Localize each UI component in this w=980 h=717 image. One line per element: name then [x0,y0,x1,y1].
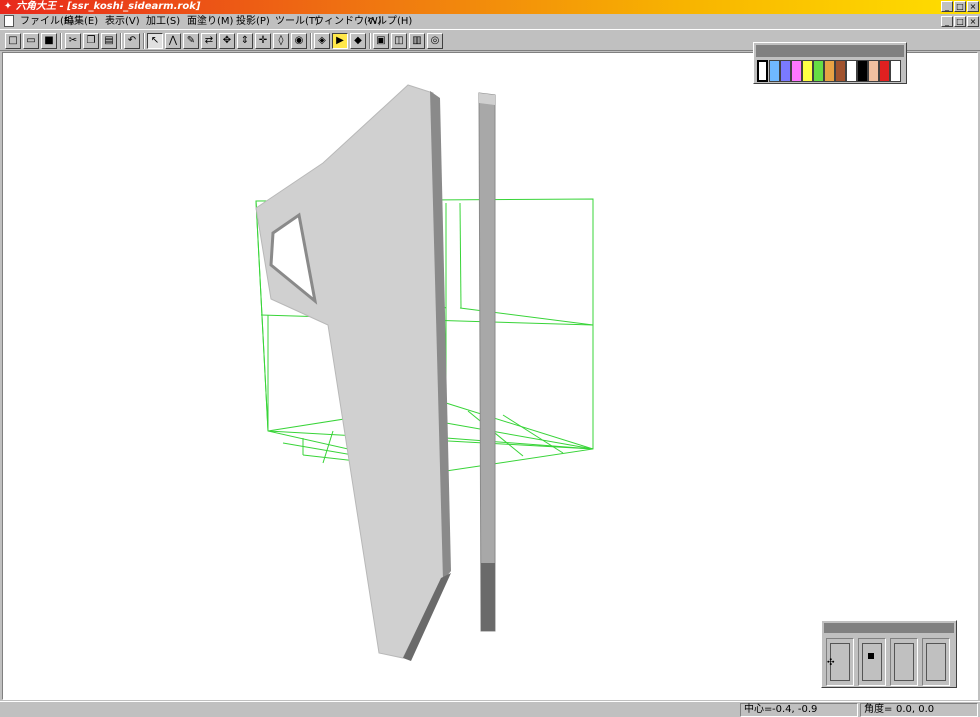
doc-close-button[interactable]: × [967,16,979,27]
nav-view-cell[interactable] [858,638,886,686]
menu-view[interactable]: 表示(V) [105,14,140,29]
save-disk-icon[interactable]: ■ [41,33,57,49]
color-swatch[interactable] [890,60,901,82]
title-bar: ✦ 六角大王 - [ssr_koshi_sidearm.rok] _ □ × [0,0,980,14]
rotate-icon[interactable]: ⇄ [201,33,217,49]
eye-icon[interactable]: ◉ [291,33,307,49]
center-label: 中心= [744,704,773,715]
close-button[interactable]: × [967,1,979,12]
cursor-marker-icon: ✣ [827,658,835,668]
sidearm-model-right[interactable] [478,92,496,632]
doc-restore-button[interactable]: □ [954,16,966,27]
color-swatch[interactable] [879,60,890,82]
angle-label: 角度= [864,704,893,715]
render-icon[interactable]: ▣ [373,33,389,49]
color-swatch[interactable] [791,60,802,82]
nav-view-cell[interactable] [890,638,918,686]
color-swatch[interactable] [780,60,791,82]
3d-viewport[interactable] [2,52,978,700]
menu-help[interactable]: ヘルプ(H) [367,14,412,29]
sidearm-model-left[interactable] [255,84,451,661]
undo-icon[interactable]: ↶ [124,33,140,49]
palette-title-bar[interactable] [756,45,904,57]
status-bar: 中心= -0.4, -0.9 角度= 0.0, 0.0 [0,701,980,717]
window-title: 六角大王 - [ssr_koshi_sidearm.rok] [16,1,201,12]
position-marker [868,653,874,659]
menu-process[interactable]: 加工(S) [146,14,180,29]
minimize-button[interactable]: _ [941,1,953,12]
toolbar-separator [310,33,312,49]
color-swatch[interactable] [757,60,768,82]
nav-view-frame [862,643,882,681]
app-logo-icon[interactable]: ✦ [2,1,14,13]
document-icon[interactable] [4,15,14,27]
menu-projection[interactable]: 投影(P) [236,14,270,29]
color-swatch[interactable] [835,60,846,82]
nav-view-frame [894,643,914,681]
doc-minimize-button[interactable]: _ [941,16,953,27]
magic-icon[interactable]: ✥ [219,33,235,49]
color-swatch[interactable] [846,60,857,82]
select-arrow-icon[interactable]: ↖ [147,33,163,49]
color-swatch[interactable] [824,60,835,82]
new-file-icon[interactable]: □ [5,33,21,49]
color-swatch[interactable] [769,60,780,82]
open-folder-icon[interactable]: ▭ [23,33,39,49]
light-icon[interactable]: ▶ [332,33,348,49]
move-icon[interactable]: ✛ [255,33,271,49]
color-palette [753,42,907,84]
nav-view-frame [926,643,946,681]
toolbar-separator [60,33,62,49]
cube-icon[interactable]: ◫ [391,33,407,49]
perspective-icon[interactable]: ◈ [314,33,330,49]
menu-tools[interactable]: ツール(T) [275,14,319,29]
polyline-icon[interactable]: ⋀ [165,33,181,49]
cut-icon[interactable]: ✂ [65,33,81,49]
navigator-title-bar[interactable] [824,623,954,633]
nav-view-cell[interactable]: ✣ [826,638,854,686]
camera-icon[interactable]: ◎ [427,33,443,49]
color-swatch[interactable] [802,60,813,82]
angle-value: 0.0, 0.0 [896,704,935,715]
nav-view-cell[interactable] [922,638,950,686]
drop-icon[interactable]: ◊ [273,33,289,49]
copy-icon[interactable]: ❐ [83,33,99,49]
color-swatch[interactable] [868,60,879,82]
menu-bar: ファイル(F) 編集(E) 表示(V) 加工(S) 面塗り(M) 投影(P) ツ… [0,14,980,29]
toolbar-separator [120,33,122,49]
color-swatch[interactable] [813,60,824,82]
menu-edit[interactable]: 編集(E) [64,14,98,29]
toolbar-separator [369,33,371,49]
restore-button[interactable]: □ [954,1,966,12]
scale-icon[interactable]: ⇕ [237,33,253,49]
shade-icon[interactable]: ◆ [350,33,366,49]
menu-paint[interactable]: 面塗り(M) [187,14,233,29]
paste-icon[interactable]: ▤ [101,33,117,49]
toolbar-separator [143,33,145,49]
center-value: -0.4, -0.9 [772,704,818,715]
split-view-icon[interactable]: ▥ [409,33,425,49]
color-swatch[interactable] [857,60,868,82]
brush-icon[interactable]: ✎ [183,33,199,49]
scene-canvas[interactable] [3,53,978,700]
view-navigator: ✣ [821,620,957,688]
